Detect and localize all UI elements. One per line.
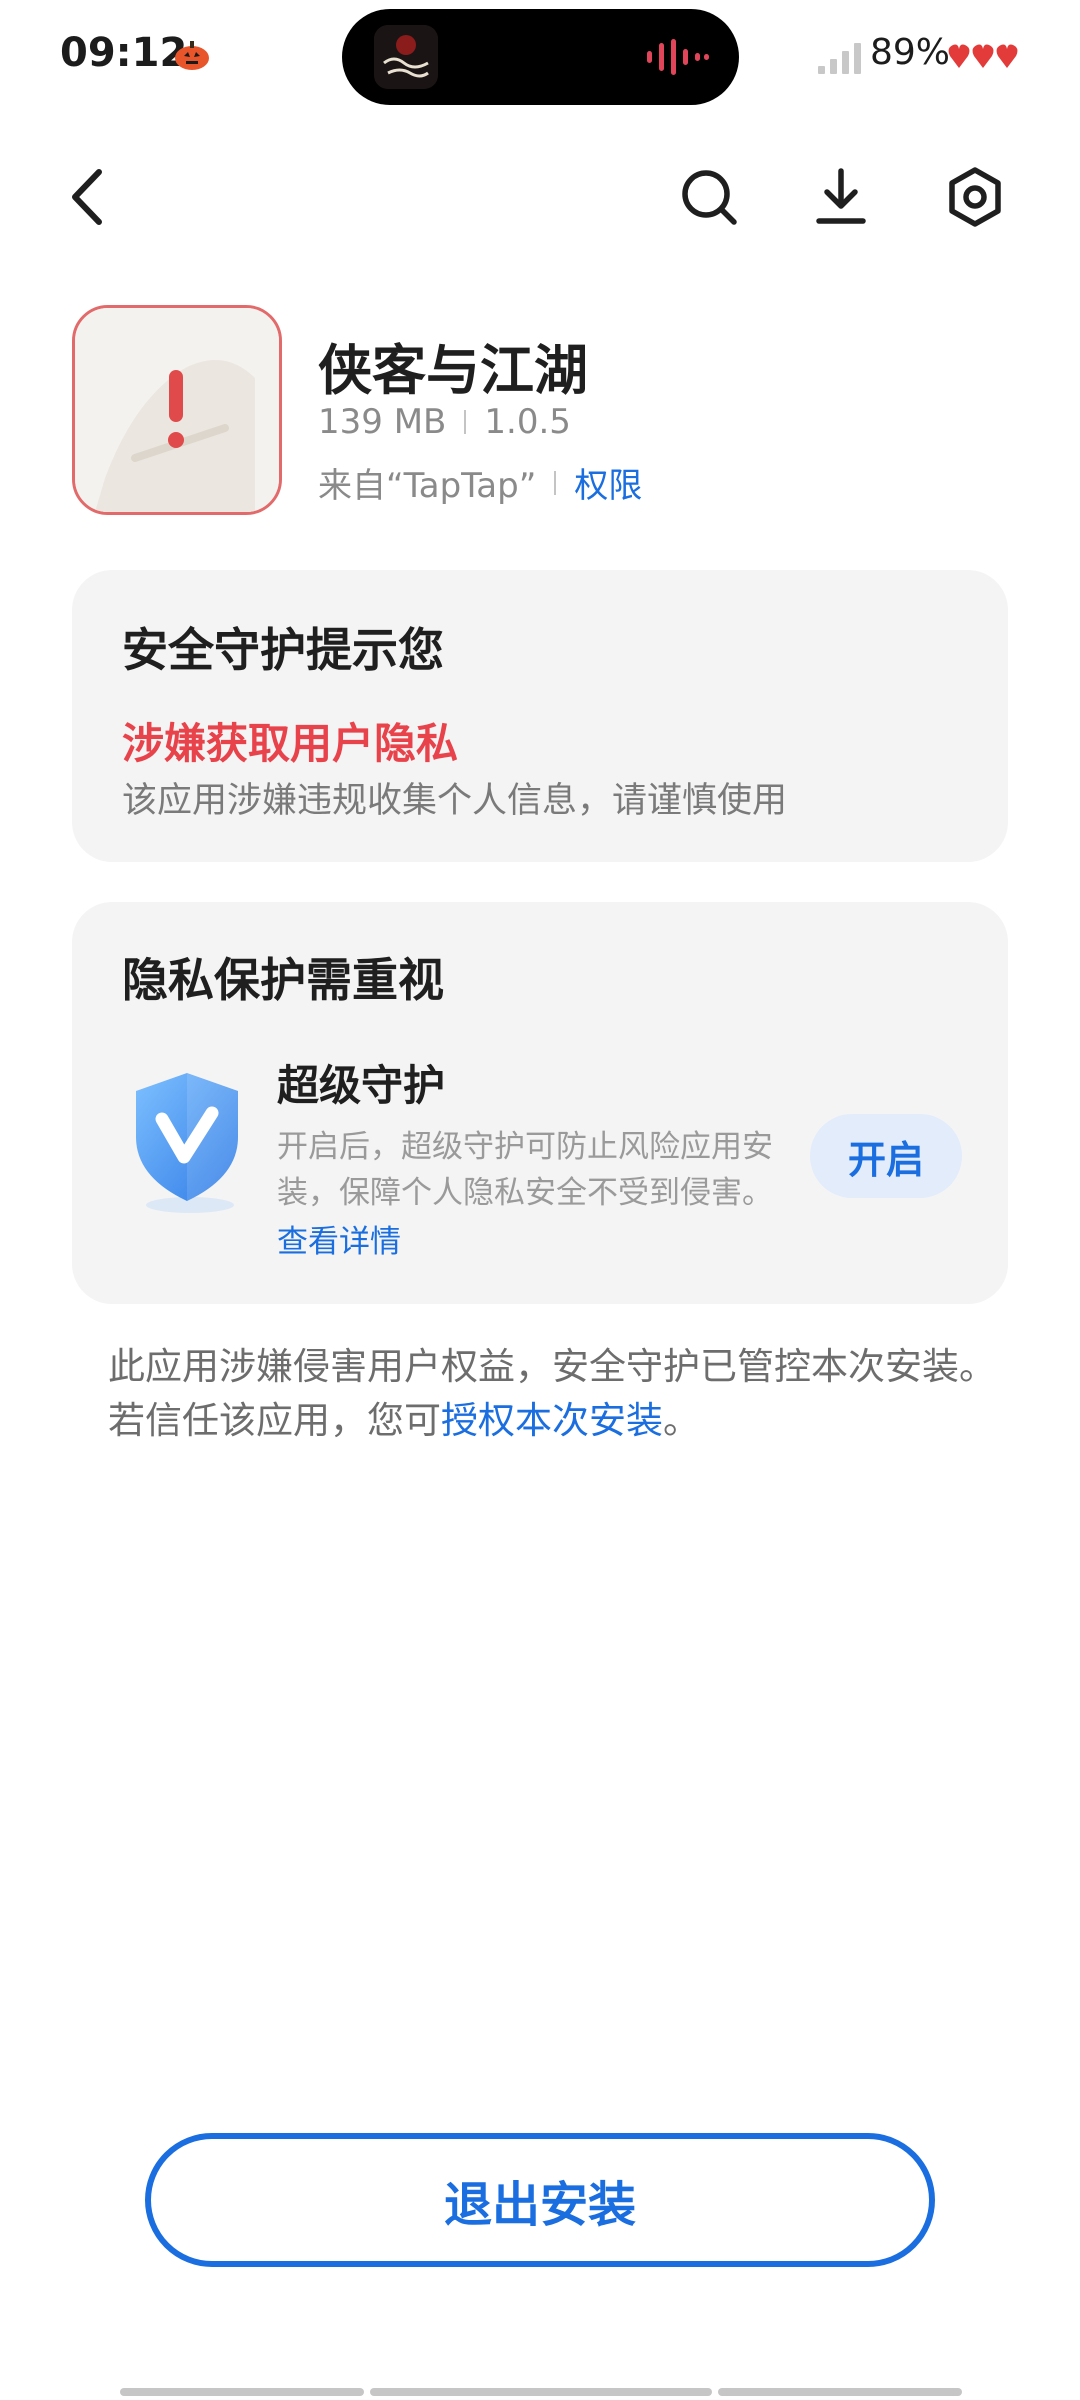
settings-button[interactable] [940, 162, 1010, 232]
gesture-bar[interactable] [370, 2388, 712, 2396]
audio-wave-icon [647, 39, 709, 75]
enable-button[interactable]: 开启 [810, 1114, 962, 1198]
chevron-left-icon [72, 169, 102, 225]
download-icon [816, 168, 866, 224]
install-notice: 此应用涉嫌侵害用户权益，安全守护已管控本次安装。若信任该应用，您可授权本次安装。 [108, 1340, 1008, 1448]
feature-description: 开启后，超级守护可防止风险应用安装，保障个人隐私安全不受到侵害。 [277, 1129, 773, 1211]
divider [464, 410, 467, 434]
divider [554, 470, 557, 495]
app-version: 1.0.5 [484, 402, 571, 442]
exit-install-button[interactable]: 退出安装 [145, 2133, 935, 2267]
notice-end: 。 [663, 1399, 700, 1442]
download-button[interactable] [806, 162, 876, 232]
battery-hearts-icon [948, 44, 1018, 68]
view-details-link[interactable]: 查看详情 [277, 1216, 401, 1261]
feature-title: 超级守护 [277, 1061, 446, 1110]
search-icon [682, 170, 737, 225]
app-icon [72, 305, 282, 515]
gesture-bar[interactable] [718, 2388, 962, 2396]
app-meta: 139 MB 1.0.5 [318, 402, 571, 442]
app-source: 来自“TapTap” [318, 466, 537, 506]
back-button[interactable] [52, 162, 122, 232]
risk-description: 该应用涉嫌违规收集个人信息，请谨慎使用 [122, 781, 788, 821]
gear-icon [949, 167, 1001, 227]
shield-icon [136, 1073, 238, 1213]
search-button[interactable] [674, 162, 744, 232]
game-thumbnail-icon [374, 25, 438, 89]
card-title: 安全守护提示您 [122, 623, 444, 677]
security-warning-card: 安全守护提示您 涉嫌获取用户隐私 该应用涉嫌违规收集个人信息，请谨慎使用 [72, 570, 1008, 862]
dynamic-island[interactable] [342, 9, 739, 105]
risk-title: 涉嫌获取用户隐私 [122, 719, 459, 768]
gesture-bar[interactable] [120, 2388, 364, 2396]
card-title: 隐私保护需重视 [122, 953, 444, 1007]
battery-level: 89% [870, 32, 951, 73]
app-source-row: 来自“TapTap” 权限 [318, 458, 642, 507]
app-size: 139 MB [318, 402, 447, 442]
signal-icon [818, 43, 861, 74]
authorize-install-link[interactable]: 授权本次安装 [441, 1399, 663, 1442]
status-time: 09:12 [60, 30, 188, 76]
privacy-protection-card: 隐私保护需重视 超级守护 开启后，超级守护可防止风险应用安装，保障个人隐私安全不… [72, 902, 1008, 1304]
app-name: 侠客与江湖 [318, 339, 588, 402]
permissions-link[interactable]: 权限 [574, 458, 642, 507]
pumpkin-icon [175, 41, 209, 70]
install-warning-screen: 09:12 89% 侠客与江湖 139 MB 1.0.5 来自“TapTap” … [0, 0, 1080, 2400]
